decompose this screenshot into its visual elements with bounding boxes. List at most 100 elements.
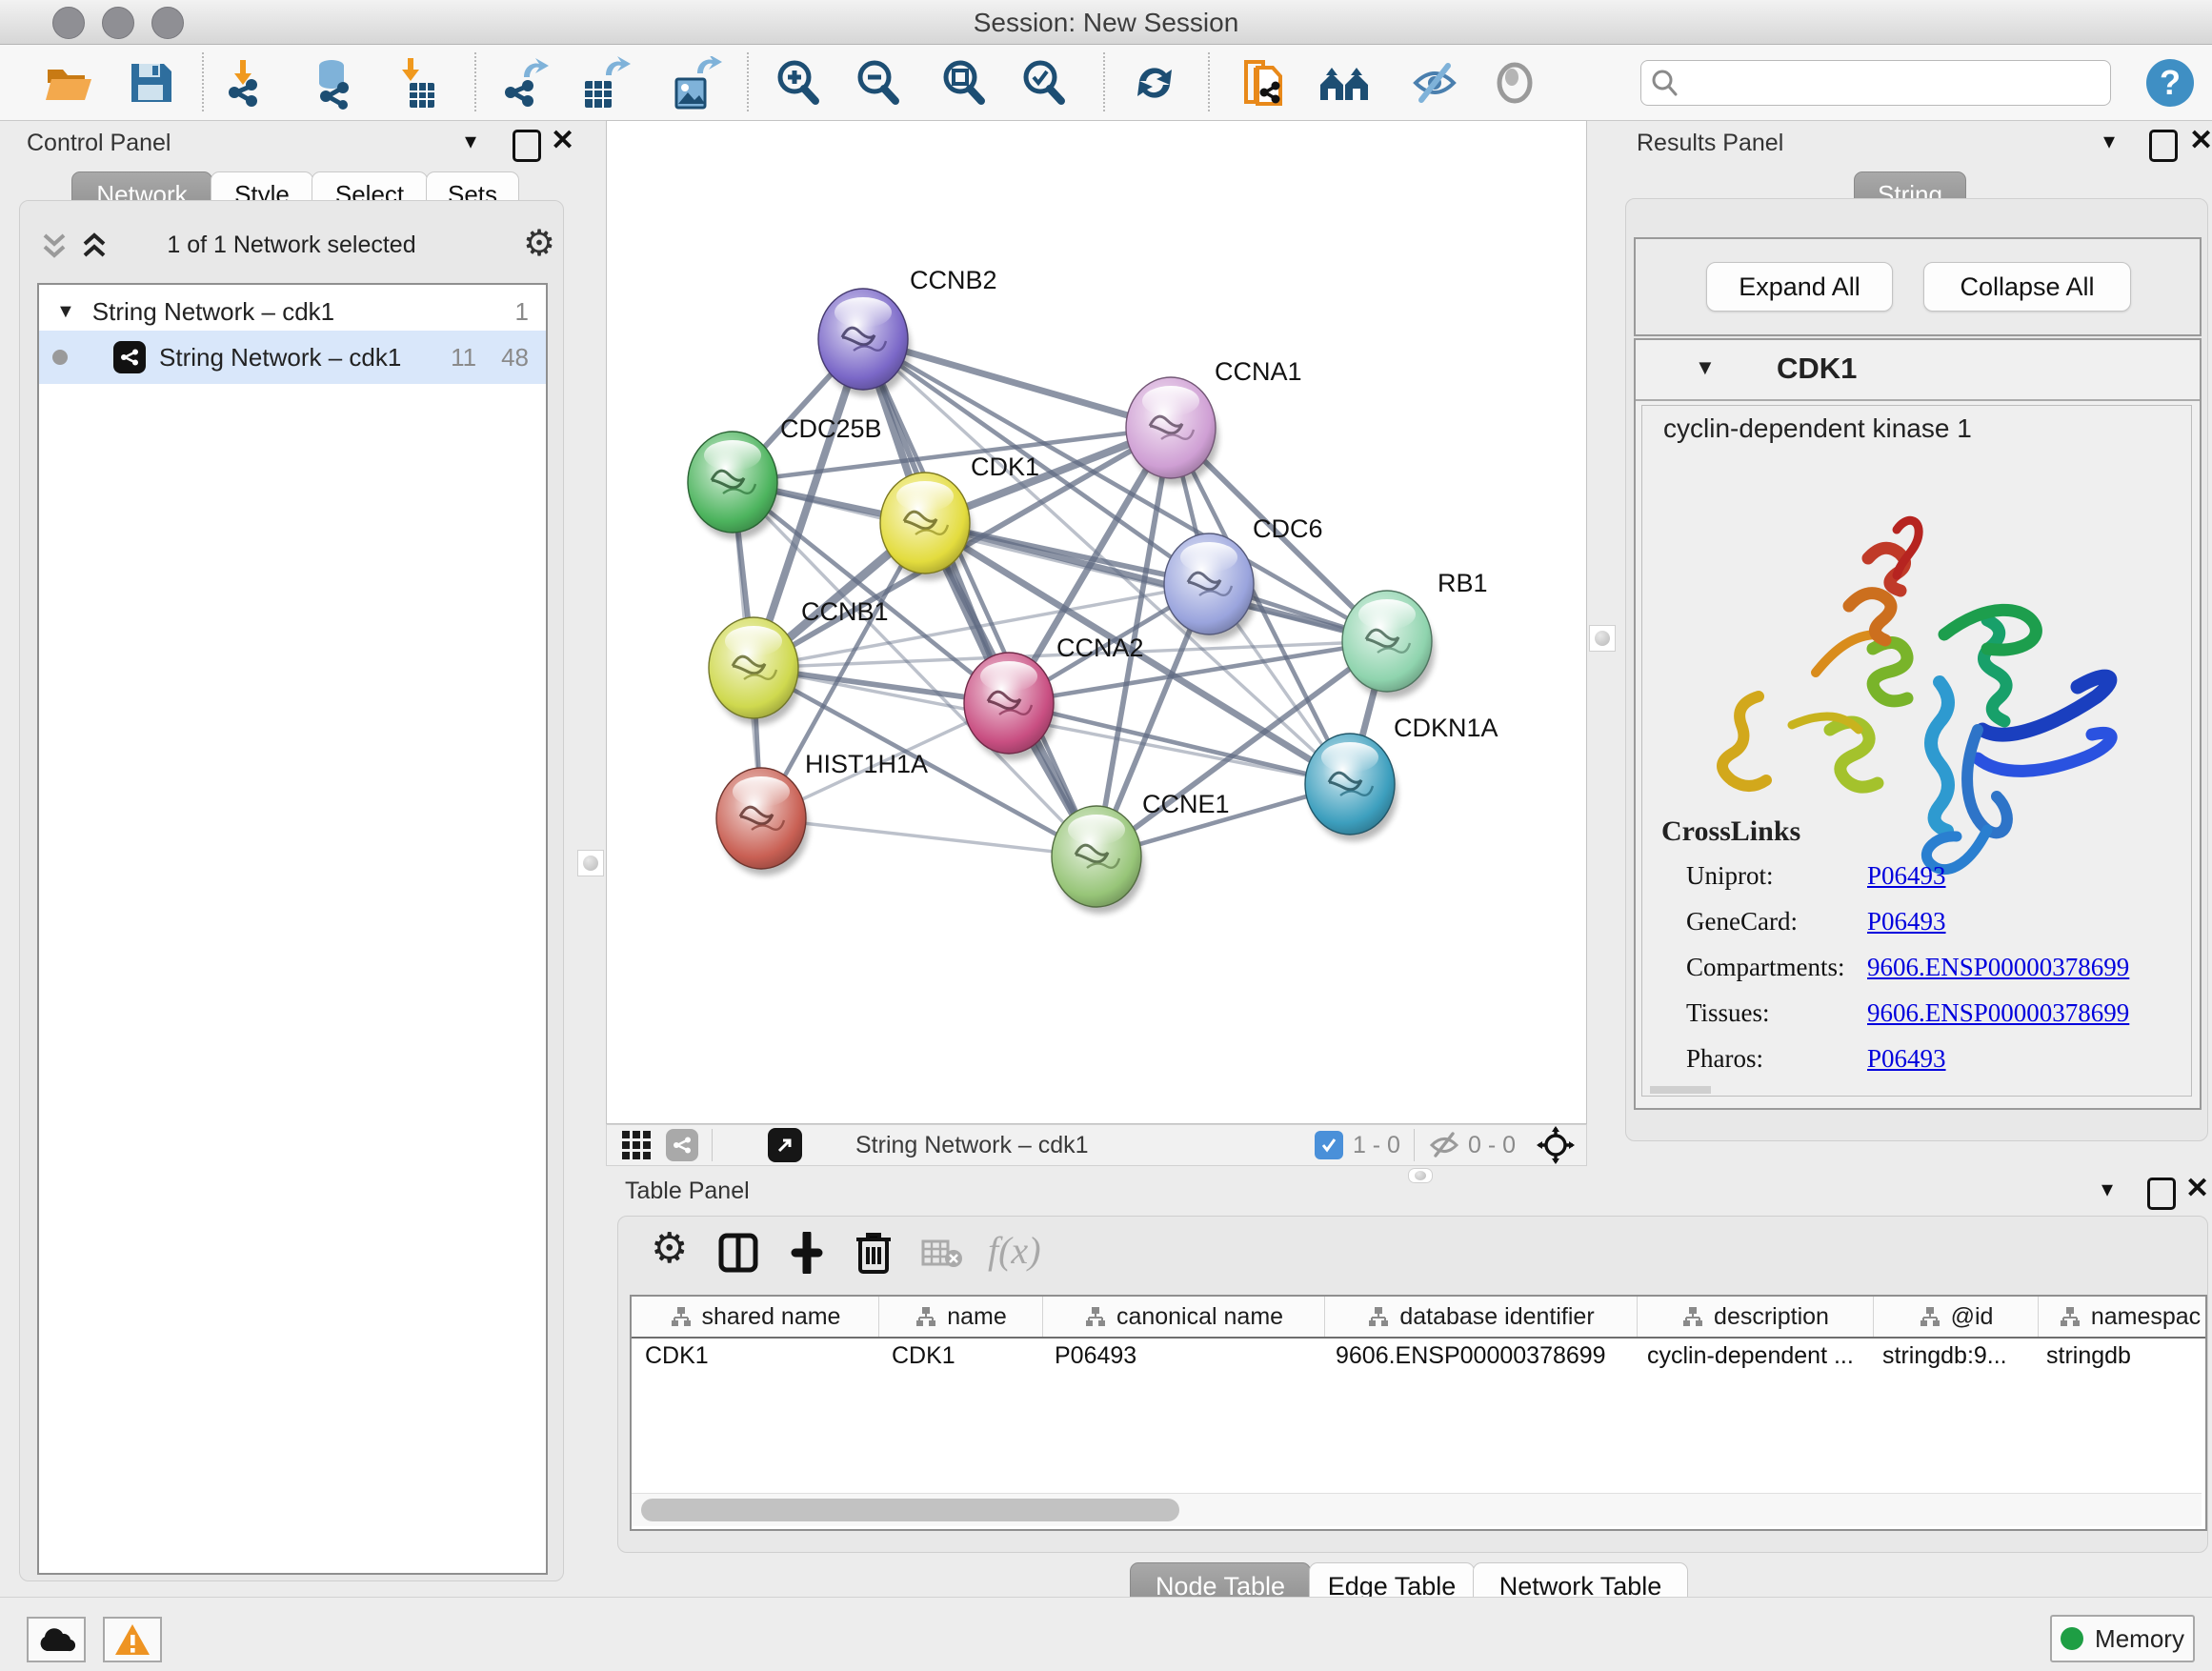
table-panel-close-icon[interactable]: ✕ bbox=[2185, 1172, 2209, 1205]
crosslink-link[interactable]: 9606.ENSP00000378699 bbox=[1867, 998, 2129, 1028]
crosslink-label: Uniprot: bbox=[1686, 861, 1867, 891]
crosslink-link[interactable]: P06493 bbox=[1867, 861, 1946, 891]
table-hscrollbar-thumb[interactable] bbox=[641, 1499, 1179, 1521]
network-node-HIST1H1A[interactable]: HIST1H1A bbox=[716, 750, 928, 876]
search-input[interactable] bbox=[1689, 69, 2110, 97]
column-header--id[interactable]: @id bbox=[1874, 1297, 2039, 1337]
column-header-shared-name[interactable]: shared name bbox=[632, 1297, 879, 1337]
right-splitter-handle[interactable] bbox=[1589, 625, 1616, 652]
table-cell[interactable]: P06493 bbox=[1041, 1339, 1322, 1377]
show-all-icon[interactable] bbox=[1486, 54, 1543, 111]
add-column-icon[interactable] bbox=[786, 1232, 828, 1274]
hidden-eye-icon bbox=[1428, 1131, 1460, 1159]
collection-label: String Network – cdk1 bbox=[92, 297, 334, 327]
selected-checkbox-icon[interactable] bbox=[1315, 1131, 1343, 1159]
control-panel-float-menu-icon[interactable]: ▾ bbox=[465, 128, 476, 155]
network-node-RB1[interactable]: RB1 bbox=[1342, 569, 1488, 698]
share-view-icon[interactable] bbox=[666, 1129, 698, 1161]
control-panel-float-icon[interactable] bbox=[513, 130, 541, 162]
table-panel-float-menu-icon[interactable]: ▾ bbox=[2101, 1176, 2113, 1203]
memory-button[interactable]: Memory bbox=[2050, 1615, 2195, 1662]
table-cell[interactable]: 9606.ENSP00000378699 bbox=[1322, 1339, 1634, 1377]
column-header-canonical-name[interactable]: canonical name bbox=[1043, 1297, 1325, 1337]
network-node-CCNB2[interactable]: CCNB2 bbox=[818, 266, 997, 396]
expand-all-button[interactable]: Expand All bbox=[1706, 262, 1893, 312]
table-hscrollbar[interactable] bbox=[632, 1493, 2202, 1526]
table-cell[interactable]: CDK1 bbox=[878, 1339, 1041, 1377]
column-header-name[interactable]: name bbox=[879, 1297, 1043, 1337]
left-splitter-handle[interactable] bbox=[577, 850, 604, 876]
network-list: ▼ String Network – cdk1 1 String Network… bbox=[37, 283, 548, 1575]
crosslink-link[interactable]: P06493 bbox=[1867, 1044, 1946, 1074]
import-network-from-database-icon[interactable] bbox=[305, 54, 362, 111]
help-icon[interactable]: ? bbox=[2142, 54, 2199, 111]
network-node-CCNE1[interactable]: CCNE1 bbox=[1052, 790, 1230, 914]
import-table-icon[interactable] bbox=[389, 54, 446, 111]
home-layout-icon[interactable] bbox=[1317, 54, 1374, 111]
hide-selected-icon[interactable] bbox=[1406, 54, 1463, 111]
zoom-fit-icon[interactable] bbox=[935, 54, 993, 111]
network-tab-panel: 1 of 1 Network selected ⚙ ▼ String Netwo… bbox=[19, 200, 564, 1581]
clone-network-icon[interactable] bbox=[1235, 54, 1292, 111]
zoom-out-icon[interactable] bbox=[850, 54, 907, 111]
table-panel-float-icon[interactable] bbox=[2147, 1178, 2176, 1210]
toolbar-separator bbox=[1208, 52, 1210, 111]
control-panel-close-icon[interactable]: ✕ bbox=[551, 124, 574, 157]
save-session-icon[interactable] bbox=[122, 54, 179, 111]
import-network-icon[interactable] bbox=[221, 54, 278, 111]
table-cell[interactable]: CDK1 bbox=[632, 1339, 878, 1377]
results-panel-float-menu-icon[interactable]: ▾ bbox=[2103, 128, 2115, 155]
window-title: Session: New Session bbox=[0, 8, 2212, 38]
crosslink-link[interactable]: 9606.ENSP00000378699 bbox=[1867, 953, 2129, 982]
toolbar-separator bbox=[474, 52, 476, 111]
network-options-gear-icon[interactable]: ⚙ bbox=[523, 222, 555, 265]
network-graph[interactable]: CCNB2CCNA1CDC25BCDK1CDC6RB1CCNB1CCNA2CDK… bbox=[607, 121, 1586, 1123]
export-table-icon[interactable] bbox=[575, 54, 633, 111]
zoom-selected-icon[interactable] bbox=[1016, 54, 1073, 111]
table-body: CDK1CDK1P064939606.ENSP00000378699cyclin… bbox=[632, 1339, 2205, 1377]
results-button-bar: Expand All Collapse All bbox=[1634, 237, 2202, 336]
table-container: ⚙ f(x) shared namenamecanonical namedata… bbox=[617, 1216, 2208, 1553]
open-session-icon[interactable] bbox=[40, 54, 97, 111]
cloud-button[interactable] bbox=[27, 1617, 86, 1662]
refresh-icon[interactable] bbox=[1126, 54, 1183, 111]
column-type-icon bbox=[1084, 1305, 1107, 1328]
results-panel-close-icon[interactable]: ✕ bbox=[2189, 124, 2212, 157]
column-header-description[interactable]: description bbox=[1638, 1297, 1874, 1337]
table-row[interactable]: CDK1CDK1P064939606.ENSP00000378699cyclin… bbox=[632, 1339, 2205, 1377]
export-network-icon[interactable] bbox=[497, 54, 554, 111]
delete-table-icon bbox=[921, 1239, 963, 1268]
column-header-namespac[interactable]: namespac bbox=[2039, 1297, 2212, 1337]
network-node-CCNB1[interactable]: CCNB1 bbox=[709, 597, 889, 725]
network-node-CCNA1[interactable]: CCNA1 bbox=[1126, 357, 1302, 485]
crosslink-link[interactable]: P06493 bbox=[1867, 907, 1946, 936]
detach-view-icon[interactable] bbox=[768, 1128, 802, 1162]
network-collection-row[interactable]: ▼ String Network – cdk1 1 bbox=[39, 292, 546, 331]
network-selection-status: 1 of 1 Network selected bbox=[20, 232, 563, 259]
export-image-icon[interactable] bbox=[667, 54, 724, 111]
table-cell[interactable]: stringdb bbox=[2033, 1339, 2212, 1377]
collection-expand-icon[interactable]: ▼ bbox=[56, 301, 75, 323]
network-node-CDC6[interactable]: CDC6 bbox=[1164, 514, 1323, 641]
delete-column-icon[interactable] bbox=[855, 1230, 893, 1276]
table-cell[interactable]: stringdb:9... bbox=[1869, 1339, 2033, 1377]
column-header-database-identifier[interactable]: database identifier bbox=[1325, 1297, 1638, 1337]
collapse-entry-icon[interactable]: ▼ bbox=[1695, 355, 1716, 380]
birdseye-view-icon[interactable] bbox=[1537, 1126, 1575, 1164]
node-result-header[interactable]: ▼ CDK1 bbox=[1636, 340, 2200, 401]
toolbar-separator bbox=[202, 52, 204, 111]
memory-label: Memory bbox=[2095, 1624, 2184, 1654]
network-view-title: String Network – cdk1 bbox=[855, 1132, 1089, 1159]
show-columns-icon[interactable] bbox=[717, 1232, 759, 1274]
results-scrollbar-thumb[interactable] bbox=[1650, 1086, 1711, 1094]
network-node-CDKN1A[interactable]: CDKN1A bbox=[1305, 714, 1498, 841]
collapse-all-button[interactable]: Collapse All bbox=[1923, 262, 2131, 312]
grid-view-icon[interactable] bbox=[620, 1129, 653, 1161]
network-row[interactable]: String Network – cdk1 11 48 bbox=[39, 331, 546, 384]
zoom-in-icon[interactable] bbox=[770, 54, 827, 111]
table-cell[interactable]: cyclin-dependent ... bbox=[1634, 1339, 1869, 1377]
results-panel-float-icon[interactable] bbox=[2149, 130, 2178, 162]
table-gear-icon[interactable]: ⚙ bbox=[651, 1224, 688, 1273]
network-canvas[interactable]: CCNB2CCNA1CDC25BCDK1CDC6RB1CCNB1CCNA2CDK… bbox=[606, 120, 1587, 1124]
warnings-button[interactable] bbox=[103, 1617, 162, 1662]
